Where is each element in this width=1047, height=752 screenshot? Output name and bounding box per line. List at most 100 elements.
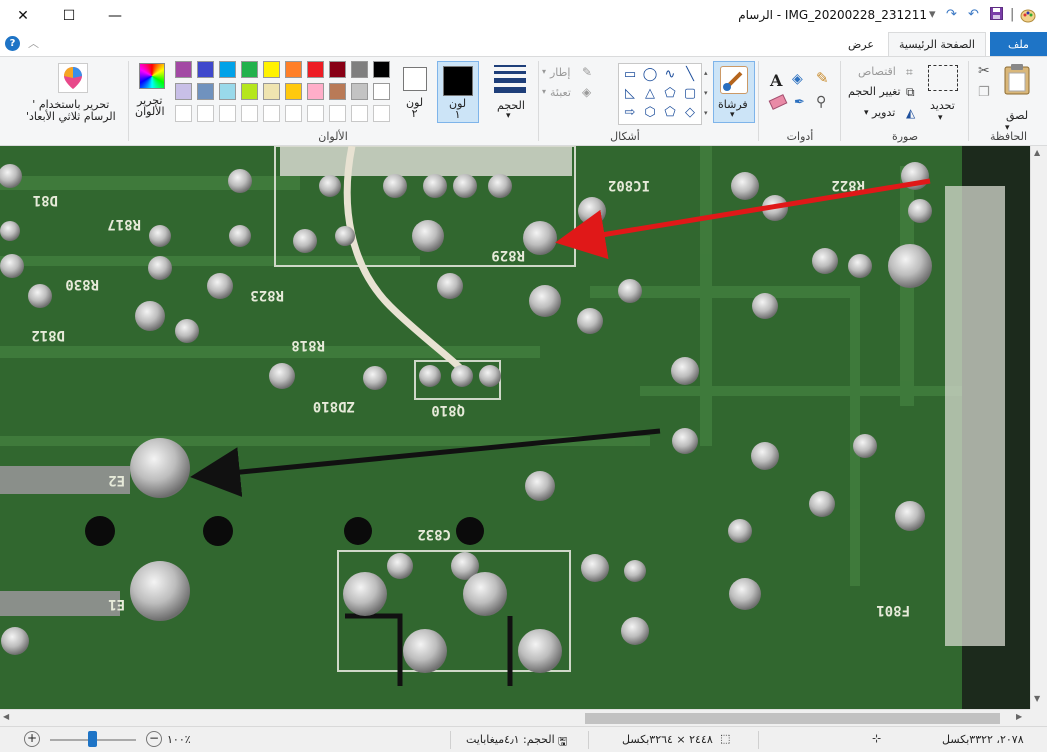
palette-swatch[interactable] (329, 83, 346, 100)
horizontal-scroll-thumb[interactable] (585, 713, 1000, 724)
paste-icon[interactable] (1002, 63, 1032, 95)
color-picker-icon[interactable]: ✒ (794, 95, 805, 110)
rotate-icon[interactable]: ◭ (906, 106, 915, 120)
palette-swatch[interactable] (373, 61, 390, 78)
line-shape-icon[interactable]: ╲ (681, 66, 699, 82)
chevron-down-icon[interactable]: ▾ (542, 87, 546, 96)
maximize-button[interactable]: ☐ (46, 0, 92, 32)
custom-color-slot[interactable] (329, 105, 346, 122)
scroll-right-icon[interactable]: ▶ (1016, 712, 1022, 721)
polygon-shape-icon[interactable]: ⬠ (661, 85, 679, 101)
line-width-icon (494, 65, 526, 93)
palette-swatch[interactable] (285, 61, 302, 78)
pentagon-shape-icon[interactable]: ⬠ (661, 104, 679, 120)
palette-swatch[interactable] (219, 83, 236, 100)
eraser-icon[interactable] (768, 94, 788, 110)
palette-swatch[interactable] (351, 83, 368, 100)
separator (128, 61, 129, 141)
chevron-down-icon[interactable]: ▾ (864, 108, 869, 118)
palette-swatch[interactable] (241, 83, 258, 100)
paste-label[interactable]: لصق (1006, 109, 1028, 122)
chevron-up-icon[interactable]: ︿ (28, 35, 39, 51)
chevron-down-icon[interactable]: ▾ (542, 67, 546, 76)
curve-shape-icon[interactable]: ∿ (661, 66, 679, 82)
custom-color-slot[interactable] (285, 105, 302, 122)
close-button[interactable]: ✕ (0, 0, 46, 32)
palette-swatch[interactable] (263, 61, 280, 78)
resize-icon[interactable]: ⧉ (906, 85, 915, 100)
palette-swatch[interactable] (241, 61, 258, 78)
rotate-label[interactable]: تدوير (872, 106, 895, 119)
palette-swatch[interactable] (175, 61, 192, 78)
save-icon[interactable] (990, 7, 1003, 24)
fill-bucket-icon[interactable]: ◈ (582, 85, 591, 99)
minimize-button[interactable]: — (92, 0, 138, 32)
resize-label[interactable]: تغيير الحجم (848, 85, 901, 98)
svg-text:Q810: Q810 (431, 402, 465, 418)
custom-color-slot[interactable] (351, 105, 368, 122)
fill-icon[interactable]: ◈ (792, 71, 803, 87)
palette-swatch[interactable] (373, 83, 390, 100)
tab-file[interactable]: ملف (990, 32, 1047, 56)
color1-button[interactable]: لون ١ (437, 61, 479, 123)
scroll-down-icon[interactable]: ▼ (1034, 694, 1040, 703)
palette-swatch[interactable] (197, 83, 214, 100)
crop-label[interactable]: اقتصاص (858, 65, 896, 78)
horizontal-scrollbar[interactable]: ◀ ▶ (0, 709, 1030, 726)
isosceles-triangle-icon[interactable]: △ (641, 85, 659, 101)
palette-swatch[interactable] (307, 83, 324, 100)
redo-icon[interactable]: ↷ (946, 7, 957, 22)
zoom-out-icon[interactable]: − (146, 731, 162, 747)
scroll-left-icon[interactable]: ◀ (3, 712, 9, 721)
palette-swatch[interactable] (351, 61, 368, 78)
outline-icon[interactable]: ✎ (582, 65, 592, 79)
hexagon-shape-icon[interactable]: ⬡ (641, 104, 659, 120)
custom-color-slot[interactable] (241, 105, 258, 122)
copy-icon[interactable]: ❐ (978, 85, 990, 100)
palette-swatch[interactable] (219, 61, 236, 78)
select-label[interactable]: تحديد (930, 99, 955, 112)
undo-icon[interactable]: ↶ (968, 7, 979, 22)
text-tool-icon[interactable]: A (770, 71, 782, 90)
oval-shape-icon[interactable]: ◯ (641, 66, 659, 82)
palette-swatch[interactable] (197, 61, 214, 78)
brushes-button[interactable]: فرشاة ▾ (713, 61, 755, 123)
cut-icon[interactable]: ✂ (978, 63, 990, 79)
canvas[interactable]: D81 R817 R830 R823 D812 R818 ZD810 Q810 … (0, 146, 1030, 709)
custom-color-slot[interactable] (219, 105, 236, 122)
custom-color-slot[interactable] (197, 105, 214, 122)
magnifier-icon[interactable]: ⚲ (816, 94, 826, 110)
shapes-scroll[interactable]: ▴ ▾ ▾ (704, 63, 710, 125)
vertical-scrollbar[interactable]: ▲ ▼ (1030, 146, 1047, 709)
tab-home[interactable]: الصفحة الرئيسية (888, 32, 986, 56)
rounded-rect-icon[interactable]: ▢ (681, 85, 699, 101)
palette-swatch[interactable] (307, 61, 324, 78)
custom-color-slot[interactable] (307, 105, 324, 122)
palette-swatch[interactable] (263, 83, 280, 100)
select-icon[interactable] (928, 65, 958, 91)
pencil-icon[interactable]: ✎ (816, 69, 829, 87)
help-icon[interactable]: ? (5, 36, 20, 51)
palette-swatch[interactable] (329, 61, 346, 78)
crop-icon[interactable]: ⌗ (906, 65, 913, 80)
palette-swatch[interactable] (285, 83, 302, 100)
zoom-in-icon[interactable]: + (24, 731, 40, 747)
zoom-slider-thumb[interactable] (88, 731, 97, 747)
tab-view[interactable]: عرض (838, 32, 884, 56)
custom-color-slot[interactable] (373, 105, 390, 122)
palette-swatch[interactable] (175, 83, 192, 100)
custom-color-slot[interactable] (175, 105, 192, 122)
fill-label[interactable]: تعبئة (550, 86, 571, 99)
chevron-down-icon[interactable]: ▾ (938, 113, 943, 123)
edit-with-paint3d-button[interactable]: تحرير باستخدام ' الرسام ثلاثي الأبعاد' (26, 61, 122, 127)
scroll-up-icon[interactable]: ▲ (1034, 148, 1040, 157)
rectangle-shape-icon[interactable]: ▭ (621, 66, 639, 82)
color2-button[interactable]: لون ٢ (396, 61, 434, 123)
diamond-shape-icon[interactable]: ◇ (681, 104, 699, 120)
custom-color-slot[interactable] (263, 105, 280, 122)
outline-label[interactable]: إطار (550, 66, 570, 79)
edit-colors-button[interactable]: تحرير الألوان (133, 61, 171, 127)
customize-qa-icon[interactable]: ▾ (929, 7, 936, 22)
arrow-right-shape-icon[interactable]: ⇨ (621, 104, 639, 120)
triangle-shape-icon[interactable]: ◺ (621, 85, 639, 101)
